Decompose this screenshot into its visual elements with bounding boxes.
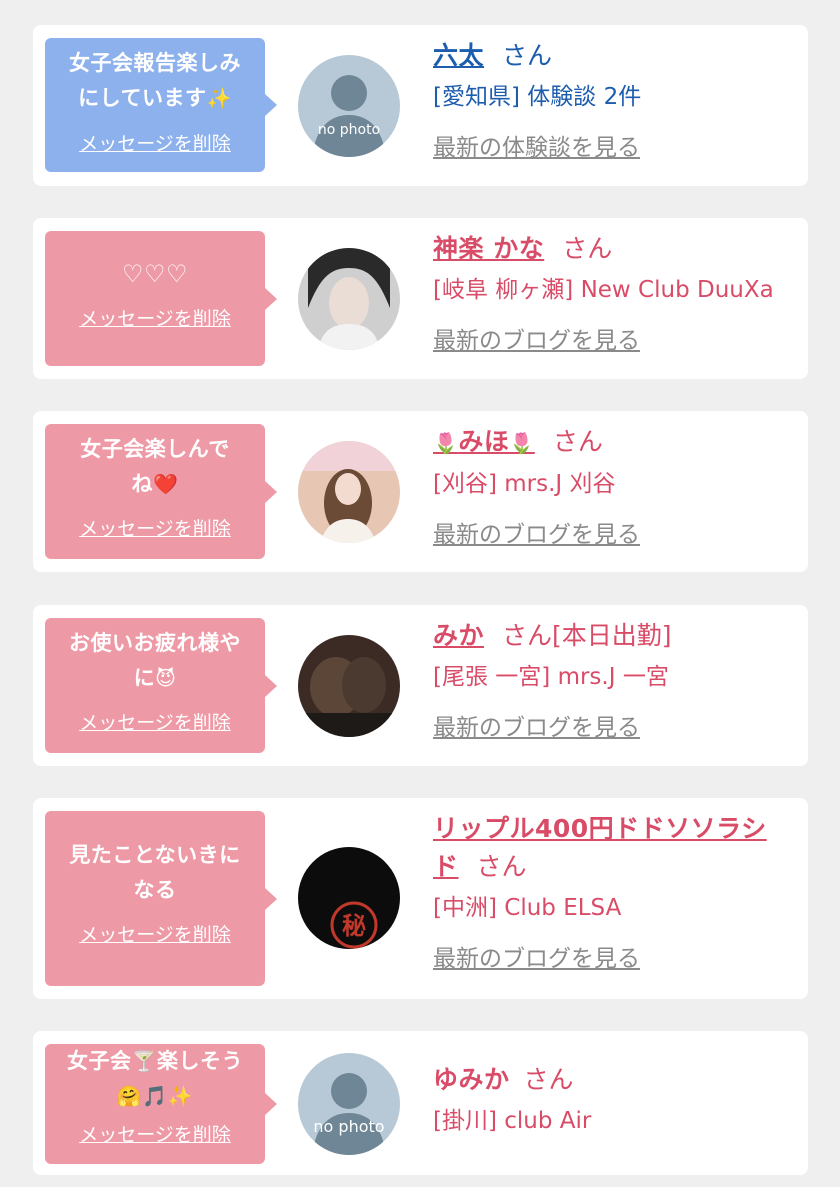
delete-message-link[interactable]: メッセージを削除: [79, 304, 231, 331]
tulip-icon: 🌷: [433, 431, 459, 455]
message-text: 女子会報告楽しみ にしています✨: [45, 46, 265, 116]
message-bubble: 女子会🍸楽しそう 🤗🎵✨ メッセージを削除: [45, 1044, 277, 1164]
shop-info: [尾張 一宮] mrs.J 一宮: [433, 664, 669, 690]
user-name-text: みほ: [458, 427, 510, 456]
user-name-link[interactable]: 🌷みほ🌷: [433, 427, 535, 456]
delete-message-link[interactable]: メッセージを削除: [79, 920, 231, 947]
avatar-photo: [298, 635, 400, 737]
user-name-link[interactable]: 神楽 かな: [433, 234, 544, 263]
name-line: 🌷みほ🌷 さん: [433, 423, 798, 462]
cocktail-icon: 🍸: [131, 1049, 157, 1073]
shop-info: [岐阜 柳ヶ瀬] New Club DuuXa: [433, 277, 774, 303]
avatar[interactable]: [298, 248, 400, 350]
avatar[interactable]: no photo: [298, 1053, 400, 1155]
no-photo-silhouette-icon: no photo: [298, 1053, 400, 1155]
smiling-devil-icon: 😈: [155, 666, 177, 690]
message-line: 楽しそう: [156, 1049, 243, 1073]
user-info: みか さん[本日出勤] [尾張 一宮] mrs.J 一宮 最新のブログを見る: [433, 617, 798, 742]
message-bubble: ♡♡♡ メッセージを削除: [45, 231, 277, 366]
avatar[interactable]: no photo: [298, 55, 400, 157]
shop-info: [刈谷] mrs.J 刈谷: [433, 471, 616, 497]
message-line: なる: [133, 878, 177, 902]
delete-message-link[interactable]: メッセージを削除: [79, 708, 231, 735]
message-bubble: 見たことないきに なる メッセージを削除: [45, 811, 277, 986]
message-line: ♡♡♡: [121, 260, 189, 288]
user-name-text: ド: [433, 852, 459, 881]
message-card: 見たことないきに なる メッセージを削除 秘 リップル400円ドドソソラシドさん…: [33, 798, 808, 999]
message-text: 女子会🍸楽しそう 🤗🎵✨: [45, 1044, 265, 1114]
no-photo-silhouette-icon: no photo: [298, 55, 400, 157]
shop-info: [愛知県] 体験談 2件: [433, 84, 642, 110]
message-card: ♡♡♡ メッセージを削除 神楽 かな さん [岐阜 柳ヶ瀬] New Club D…: [33, 218, 808, 379]
latest-reviews-link[interactable]: 最新の体験談を見る: [433, 128, 640, 162]
name-line: みか さん[本日出勤]: [433, 617, 798, 655]
honorific: さん: [562, 234, 613, 263]
message-card: お使いお疲れ様や に😈 メッセージを削除 みか さん[本日出勤] [尾張 一宮] …: [33, 605, 808, 766]
user-info: ゆみか さん [掛川] club Air: [433, 1061, 798, 1138]
shop-info: [中洲] Club ELSA: [433, 895, 622, 921]
sparkle-icon: ✨: [206, 86, 232, 110]
shop-info: [掛川] club Air: [433, 1108, 592, 1134]
name-line: ゆみか さん: [433, 1061, 798, 1099]
honorific: さん: [502, 621, 553, 650]
avatar-placeholder-text: no photo: [313, 1117, 384, 1136]
latest-blog-link[interactable]: 最新のブログを見る: [433, 321, 640, 355]
message-line: 女子会: [67, 1049, 132, 1073]
latest-blog-link[interactable]: 最新のブログを見る: [433, 708, 640, 742]
user-info: 🌷みほ🌷 さん [刈谷] mrs.J 刈谷 最新のブログを見る: [433, 423, 798, 549]
avatar-photo: 秘: [298, 847, 400, 949]
message-bubble: 女子会報告楽しみ にしています✨ メッセージを削除: [45, 38, 277, 172]
user-info: 六太 さん [愛知県] 体験談 2件 最新の体験談を見る: [433, 37, 798, 162]
working-today-tag: [本日出勤]: [552, 621, 672, 650]
message-text: 見たことないきに なる: [45, 838, 265, 908]
user-info: 神楽 かな さん [岐阜 柳ヶ瀬] New Club DuuXa 最新のブログを見…: [433, 230, 798, 355]
message-bubble: 女子会楽しんで ね❤️ メッセージを削除: [45, 424, 277, 559]
avatar[interactable]: [298, 441, 400, 543]
user-name-link[interactable]: 六太: [433, 41, 484, 70]
message-line: 女子会楽しんで: [80, 437, 230, 461]
message-card: 女子会🍸楽しそう 🤗🎵✨ メッセージを削除 no photo ゆみか さん [掛川…: [33, 1031, 808, 1175]
message-line: 見たことないきに: [69, 843, 241, 867]
latest-blog-link[interactable]: 最新のブログを見る: [433, 939, 640, 973]
message-card: 女子会楽しんで ね❤️ メッセージを削除 🌷みほ🌷 さん [刈谷] mrs.J 刈…: [33, 411, 808, 572]
latest-blog-link[interactable]: 最新のブログを見る: [433, 515, 640, 549]
name-line: リップル400円ドドソソラシドさん: [433, 810, 798, 886]
message-line: 女子会報告楽しみ: [69, 51, 241, 75]
message-text: 女子会楽しんで ね❤️: [45, 432, 265, 502]
delete-message-link[interactable]: メッセージを削除: [79, 1120, 231, 1147]
avatar-photo: [298, 441, 400, 543]
user-name: ゆみか: [433, 1065, 510, 1094]
secret-mark-icon: 秘: [342, 912, 366, 940]
honorific: さん: [552, 427, 603, 456]
tulip-icon: 🌷: [509, 431, 535, 455]
message-line: ね: [131, 472, 154, 496]
avatar-photo: [298, 248, 400, 350]
avatar[interactable]: [298, 635, 400, 737]
message-line: に: [133, 666, 156, 690]
heart-icon: ❤️: [153, 472, 179, 496]
name-line: 神楽 かな さん: [433, 230, 798, 268]
user-name-text: リップル400円ドドソソラシ: [433, 814, 767, 843]
message-bubble: お使いお疲れ様や に😈 メッセージを削除: [45, 618, 277, 753]
user-info: リップル400円ドドソソラシドさん [中洲] Club ELSA 最新のブログを…: [433, 810, 798, 973]
avatar[interactable]: 秘: [298, 847, 400, 949]
delete-message-link[interactable]: メッセージを削除: [79, 514, 231, 541]
message-list: 女子会報告楽しみ にしています✨ メッセージを削除 no photo 六太 さん …: [0, 0, 840, 1187]
honorific: さん: [502, 41, 553, 70]
message-line: お使いお疲れ様や: [69, 631, 241, 655]
delete-message-link[interactable]: メッセージを削除: [79, 129, 231, 156]
message-text: お使いお疲れ様や に😈: [45, 626, 265, 696]
message-text: ♡♡♡: [45, 257, 265, 292]
honorific: さん: [476, 852, 527, 881]
hug-music-sparkle-icons: 🤗🎵✨: [116, 1084, 194, 1108]
user-name-link[interactable]: みか: [433, 621, 484, 650]
avatar-placeholder-text: no photo: [318, 122, 380, 138]
message-card: 女子会報告楽しみ にしています✨ メッセージを削除 no photo 六太 さん …: [33, 25, 808, 186]
message-line: にしています: [78, 86, 207, 110]
honorific: さん: [523, 1065, 574, 1094]
name-line: 六太 さん: [433, 37, 798, 75]
